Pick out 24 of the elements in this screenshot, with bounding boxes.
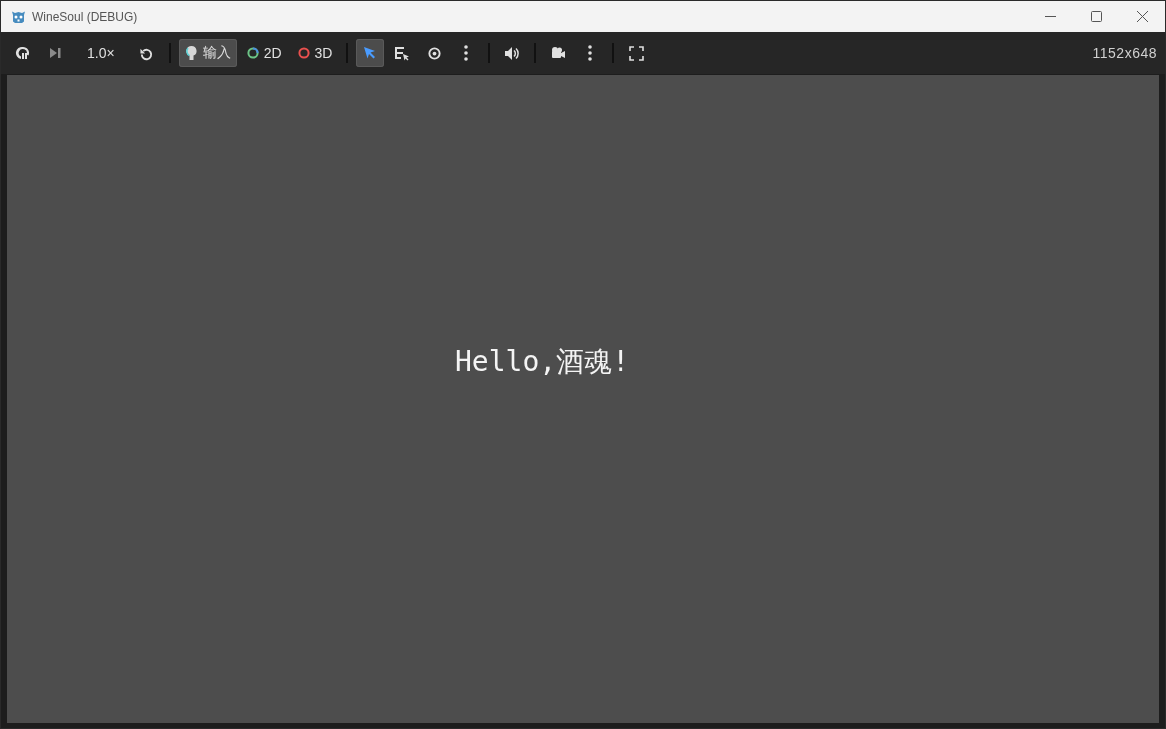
resolution-label: 1152x648 <box>1092 45 1157 61</box>
select-tool-button[interactable] <box>356 39 385 67</box>
next-frame-icon <box>48 46 62 60</box>
speaker-icon <box>504 45 521 61</box>
minimize-icon <box>1044 15 1056 18</box>
ring-icon <box>246 47 259 59</box>
kebab-menu-icon <box>464 45 469 61</box>
pointer-icon <box>363 46 378 60</box>
maximize-icon <box>1090 11 1102 22</box>
hello-label: Hello,酒魂! <box>455 344 629 380</box>
fullscreen-icon <box>628 45 644 61</box>
kebab-menu-icon <box>588 45 593 61</box>
close-icon <box>1136 11 1148 22</box>
speed-label: 1.0× <box>86 45 116 61</box>
pause-icon <box>15 45 31 61</box>
window-title: WineSoul (DEBUG) <box>32 9 139 24</box>
input-mode-button[interactable]: 输入 <box>178 39 237 67</box>
list-pointer-icon <box>394 45 411 61</box>
eye-icon <box>426 45 442 61</box>
mode-3d-button[interactable]: 3D <box>291 39 339 67</box>
app-logo-icon <box>11 9 26 24</box>
mode-2d-button[interactable]: 2D <box>240 39 288 67</box>
camera-icon <box>550 46 567 60</box>
ring-icon <box>297 47 310 59</box>
